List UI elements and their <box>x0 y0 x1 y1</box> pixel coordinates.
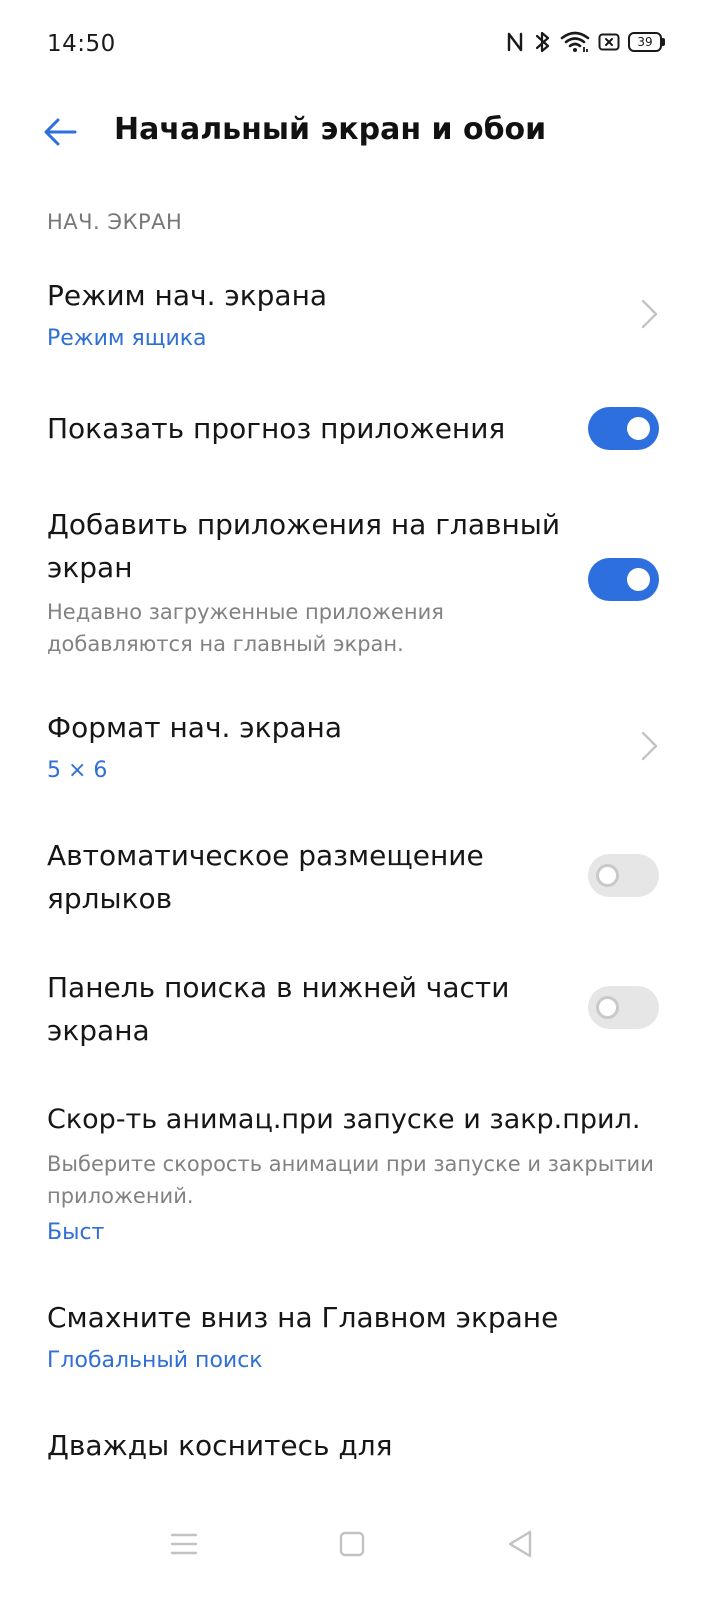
setting-value: Глобальный поиск <box>47 1348 263 1373</box>
chevron-right-icon <box>641 731 658 761</box>
arrow-left-icon <box>44 118 77 146</box>
setting-home-mode[interactable]: Режим нач. экрана Режим ящика <box>0 262 720 372</box>
auto-arrange-toggle[interactable] <box>588 854 659 897</box>
toggle-knob <box>627 568 650 591</box>
setting-double-tap[interactable]: Дважды коснитесь для <box>0 1412 720 1486</box>
toggle-knob <box>596 864 619 887</box>
app-header: Начальный экран и обои <box>0 96 720 168</box>
battery-icon: 39 <box>628 32 665 52</box>
home-button[interactable] <box>322 1514 382 1574</box>
toggle-knob <box>627 417 650 440</box>
setting-value: Быст <box>47 1220 105 1245</box>
home-square-icon <box>339 1531 365 1557</box>
add-apps-toggle[interactable] <box>588 558 659 601</box>
setting-app-prediction[interactable]: Показать прогноз приложения <box>0 390 720 470</box>
setting-title: Дважды коснитесь для <box>47 1429 393 1462</box>
wifi-icon <box>560 31 590 53</box>
setting-description: Недавно загруженные приложения добавляют… <box>47 600 444 656</box>
bluetooth-icon <box>534 30 552 54</box>
navigation-bar <box>0 1490 720 1600</box>
chevron-right-icon <box>641 299 658 329</box>
setting-description: Выберите скорость анимации при запуске и… <box>47 1152 654 1208</box>
setting-title: Панель поиска в нижней части экрана <box>47 971 510 1047</box>
setting-title: Формат нач. экрана <box>47 711 342 744</box>
setting-value: Режим ящика <box>47 326 207 351</box>
back-nav-button[interactable] <box>490 1514 550 1574</box>
setting-title: Показать прогноз приложения <box>47 412 506 445</box>
setting-title: Автоматическое размещение ярлыков <box>47 839 484 915</box>
setting-search-bar[interactable]: Панель поиска в нижней части экрана <box>0 954 720 1064</box>
section-header: НАЧ. ЭКРАН <box>47 210 183 234</box>
status-time: 14:50 <box>47 31 116 57</box>
setting-title: Смахните вниз на Главном экране <box>47 1301 559 1334</box>
sim-icon <box>598 33 620 51</box>
setting-value: 5 × 6 <box>47 758 108 783</box>
back-button[interactable] <box>36 110 84 154</box>
page-title: Начальный экран и обои <box>114 112 547 147</box>
screen: 14:50 39 Начальный экран и обои НАЧ. ЭКР… <box>0 0 720 1600</box>
toggle-knob <box>596 996 619 1019</box>
setting-animation-speed[interactable]: Скор-ть анимац.при запуске и закр.прил. … <box>0 1086 720 1256</box>
nfc-icon <box>506 31 526 53</box>
setting-title: Добавить приложения на главный экран <box>47 508 561 584</box>
recents-button[interactable] <box>154 1514 214 1574</box>
menu-icon <box>170 1533 198 1555</box>
search-bar-toggle[interactable] <box>588 986 659 1029</box>
status-bar: 14:50 39 <box>0 0 720 88</box>
setting-auto-arrange[interactable]: Автоматическое размещение ярлыков <box>0 822 720 932</box>
app-prediction-toggle[interactable] <box>588 407 659 450</box>
setting-title: Режим нач. экрана <box>47 279 328 312</box>
setting-swipe-down[interactable]: Смахните вниз на Главном экране Глобальн… <box>0 1284 720 1394</box>
setting-title: Скор-ть анимац.при запуске и закр.прил. <box>47 1104 641 1135</box>
status-icons: 39 <box>506 30 665 54</box>
setting-home-format[interactable]: Формат нач. экрана 5 × 6 <box>0 694 720 804</box>
triangle-back-icon <box>508 1530 532 1558</box>
setting-add-apps[interactable]: Добавить приложения на главный экран Нед… <box>0 490 720 670</box>
